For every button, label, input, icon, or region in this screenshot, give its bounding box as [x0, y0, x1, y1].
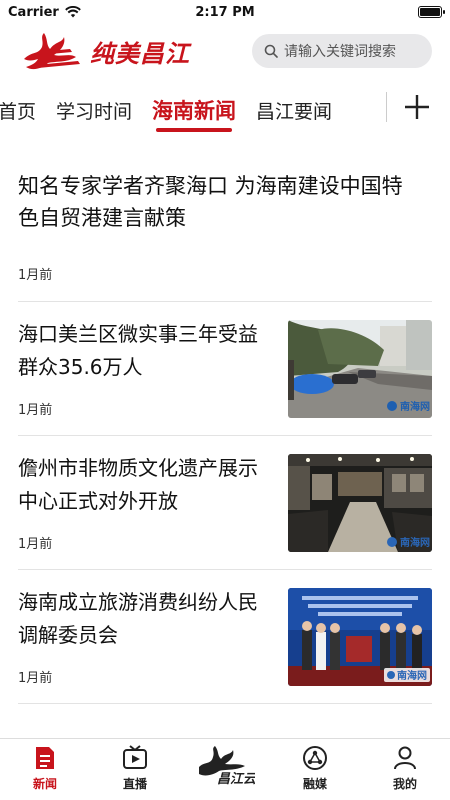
source-watermark: 南海网	[384, 668, 430, 682]
tabbar-changjiang-cloud[interactable]: 昌江云	[180, 739, 270, 800]
svg-text:南海网: 南海网	[400, 400, 430, 413]
tabbar-media-label: 融媒	[302, 777, 327, 791]
article-time: 1月前	[18, 403, 53, 418]
svg-text:南海网: 南海网	[397, 669, 427, 682]
article-title: 海南成立旅游消费纠纷人民调解委员会	[18, 590, 258, 647]
bottom-tab-bar: 新闻 直播 昌江云 融媒 我的	[0, 738, 450, 800]
article-title: 海口美兰区微实事三年受益群众35.6万人	[18, 322, 258, 379]
article-time: 1月前	[18, 671, 53, 686]
tab-changjiang-news[interactable]: 昌江要闻	[246, 86, 342, 134]
svg-text:南海网: 南海网	[400, 536, 430, 549]
article-thumbnail[interactable]: 南海网	[288, 588, 432, 686]
status-left: Carrier	[8, 5, 81, 20]
tab-strip[interactable]: 首页 学习时间 海南新闻 昌江要闻	[0, 80, 380, 134]
tab-hainan-news[interactable]: 海南新闻	[142, 86, 246, 134]
tab-study-time[interactable]: 学习时间	[46, 86, 142, 134]
tab-home[interactable]: 首页	[0, 86, 46, 134]
article-title: 儋州市非物质文化遗产展示中心正式对外开放	[18, 456, 258, 513]
logo-mark-icon	[24, 33, 80, 70]
article-title: 知名专家学者齐聚海口 为海南建设中国特色自贸港建言献策	[18, 174, 403, 230]
source-watermark: 南海网	[387, 536, 430, 549]
article-item[interactable]: 海南成立旅游消费纠纷人民调解委员会 1月前 南海网	[18, 570, 432, 704]
article-item[interactable]: 海口美兰区微实事三年受益群众35.6万人 1月前 南海网	[18, 302, 432, 436]
article-thumbnail[interactable]: 南海网	[288, 320, 432, 418]
channel-tabs: 首页 学习时间 海南新闻 昌江要闻	[0, 80, 450, 134]
media-icon	[303, 746, 327, 770]
svg-text:昌江云: 昌江云	[217, 771, 255, 785]
tabbar-live[interactable]: 直播	[90, 739, 180, 800]
tabbar-profile[interactable]: 我的	[360, 739, 450, 800]
article-thumbnail[interactable]: 南海网	[288, 454, 432, 552]
article-time: 1月前	[18, 268, 53, 283]
add-channel-button[interactable]	[387, 80, 447, 134]
news-icon	[36, 747, 54, 769]
article-time: 1月前	[18, 537, 53, 552]
search-icon	[264, 44, 278, 58]
tv-icon	[123, 745, 147, 769]
tabbar-profile-label: 我的	[392, 777, 417, 791]
tabbar-news[interactable]: 新闻	[0, 739, 90, 800]
source-watermark: 南海网	[387, 400, 430, 413]
logo-text: 纯美昌江	[90, 38, 190, 68]
wifi-icon	[65, 6, 81, 18]
tabbar-media[interactable]: 融媒	[270, 739, 360, 800]
article-item[interactable]: 儋州市非物质文化遗产展示中心正式对外开放 1月前 南海网	[18, 436, 432, 570]
news-feed: 知名专家学者齐聚海口 为海南建设中国特色自贸港建言献策 1月前 海口美兰区微实事…	[0, 134, 450, 704]
profile-icon	[394, 746, 416, 770]
plus-icon	[405, 95, 429, 119]
status-bar: Carrier 2:17 PM	[0, 0, 450, 24]
tabbar-news-label: 新闻	[32, 777, 57, 791]
app-logo[interactable]: 纯美昌江	[18, 29, 190, 73]
app-header: 纯美昌江 请输入关键词搜索	[0, 24, 450, 78]
battery-icon	[418, 6, 445, 18]
changjiang-cloud-logo: 昌江云	[199, 746, 255, 785]
search-placeholder: 请输入关键词搜索	[284, 44, 396, 60]
search-input[interactable]: 请输入关键词搜索	[252, 34, 432, 68]
carrier-label: Carrier	[8, 4, 59, 20]
tabbar-live-label: 直播	[122, 777, 147, 791]
article-item[interactable]: 知名专家学者齐聚海口 为海南建设中国特色自贸港建言献策 1月前	[18, 134, 432, 302]
